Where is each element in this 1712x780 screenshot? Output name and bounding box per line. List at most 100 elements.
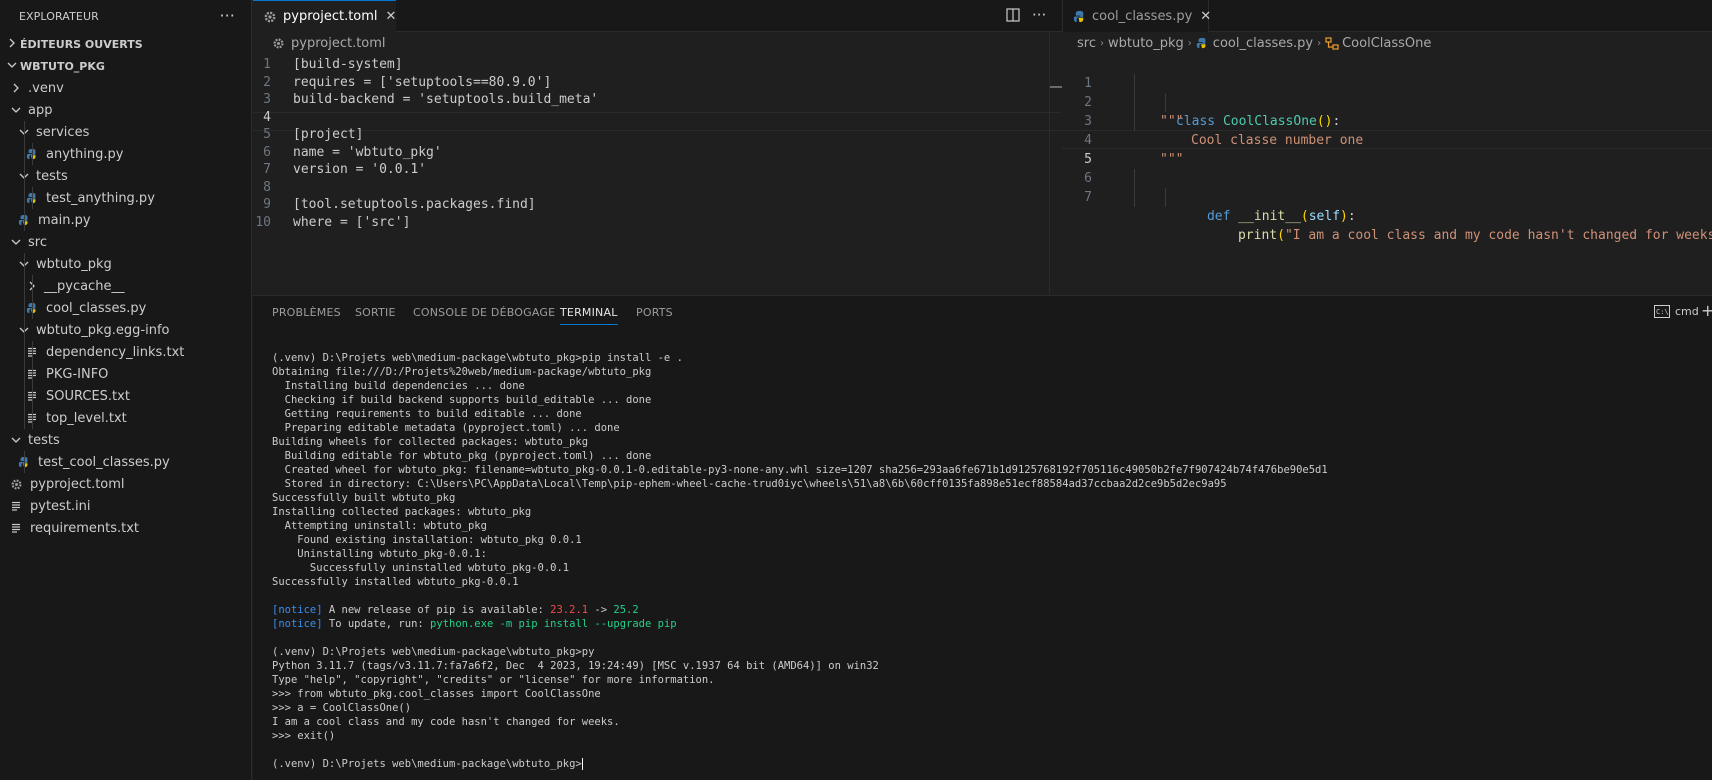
- tree-item-main-py[interactable]: main.py: [0, 209, 251, 231]
- chevron-right-icon: [8, 83, 24, 93]
- tree-item-pytest-ini[interactable]: pytest.ini: [0, 495, 251, 517]
- indent-guide: [24, 143, 25, 165]
- tree-item-top-level-txt[interactable]: top_level.txt: [0, 407, 251, 429]
- chevron-down-icon: [8, 237, 24, 247]
- breadcrumb-file[interactable]: cool_classes.py: [1213, 36, 1313, 51]
- tree-item-label: __pycache__: [44, 278, 125, 294]
- tree-item-pycache-folder[interactable]: __pycache__: [0, 275, 251, 297]
- tab-ports[interactable]: PORTS: [636, 306, 673, 319]
- line-number: 3: [263, 92, 271, 107]
- tree-item-services-folder[interactable]: services: [0, 121, 251, 143]
- tree-item-test-cool-classes-py[interactable]: test_cool_classes.py: [0, 451, 251, 473]
- open-editors-section[interactable]: ÉDITEURS OUVERTS: [0, 33, 251, 55]
- tree-item-pkg-info[interactable]: PKG-INFO: [0, 363, 251, 385]
- breadcrumb-src[interactable]: src: [1077, 36, 1096, 51]
- tree-item-wbtuto-pkg-folder[interactable]: wbtuto_pkg: [0, 253, 251, 275]
- tree-item-requirements-txt[interactable]: requirements.txt: [0, 517, 251, 539]
- terminal-block: (.venv) D:\Projets web\medium-package\wb…: [272, 645, 1328, 743]
- right-tab-bar: cool_classes.py ✕: [1062, 0, 1712, 32]
- terminal-line: Found existing installation: wbtuto_pkg …: [272, 534, 582, 546]
- tree-item-egg-info-folder[interactable]: wbtuto_pkg.egg-info: [0, 319, 251, 341]
- tree-item-cool-classes-py[interactable]: cool_classes.py: [0, 297, 251, 319]
- tree-item-label: app: [28, 102, 53, 118]
- line-number: 6: [263, 144, 271, 160]
- indent-guide: [32, 407, 33, 429]
- class-symbol-icon: [1325, 36, 1339, 50]
- tree-item-label: dependency_links.txt: [46, 344, 185, 360]
- terminal-prompt[interactable]: (.venv) D:\Projets web\medium-package\wb…: [272, 757, 1328, 771]
- bottom-panel: PROBLÈMES SORTIE CONSOLE DE DÉBOGAGE TER…: [253, 295, 1712, 780]
- scrollbar-marker: [1050, 86, 1062, 88]
- tree-item-test-anything-py[interactable]: test_anything.py: [0, 187, 251, 209]
- explorer-more-button[interactable]: ···: [219, 6, 235, 25]
- left-code-area[interactable]: 1 [build-system] 2 requires = ['setuptools=…: [253, 55, 1062, 295]
- explorer-header: EXPLORATEUR ···: [0, 0, 251, 32]
- indent-guide: [32, 143, 33, 165]
- line-number: 5: [263, 127, 271, 142]
- project-label: WBTUTO_PKG: [20, 59, 105, 73]
- breadcrumb-symbol[interactable]: CoolClassOne: [1342, 36, 1431, 51]
- code-line: 4 """: [1062, 112, 1712, 167]
- code-line: 7 print("I am a cool class and my code h…: [1062, 169, 1712, 243]
- tab-label: pyproject.toml: [283, 9, 378, 24]
- python-icon: [1073, 10, 1086, 23]
- explorer-title: EXPLORATEUR: [19, 9, 99, 23]
- code-text: name = 'wbtuto_pkg': [293, 144, 442, 160]
- indent-guide: [24, 253, 25, 275]
- right-code-area[interactable]: 1 class CoolClassOne(): 2 """ 3 Cool cla…: [1062, 55, 1712, 295]
- tree-item-tests-folder[interactable]: tests: [0, 429, 251, 451]
- tab-cool-classes-py[interactable]: cool_classes.py ✕: [1063, 0, 1211, 32]
- tree-item-app-folder[interactable]: app: [0, 99, 251, 121]
- tab-terminal[interactable]: TERMINAL: [560, 306, 618, 325]
- line-number: 7: [1084, 190, 1092, 205]
- terminal-line: Obtaining file:///D:/Projets%20web/mediu…: [272, 366, 652, 378]
- code-text: [build-system]: [293, 57, 403, 72]
- code-line: 1 class CoolClassOne():: [1062, 55, 1712, 129]
- shell-name[interactable]: cmd: [1675, 305, 1699, 318]
- open-editors-label: ÉDITEURS OUVERTS: [20, 37, 143, 51]
- tree-item-venv-folder[interactable]: .venv: [0, 77, 251, 99]
- tree-item-label: test_cool_classes.py: [38, 454, 170, 470]
- right-breadcrumb: src › wbtuto_pkg › cool_classes.py › Coo…: [1077, 32, 1431, 54]
- svg-text:C:\: C:\: [1656, 308, 1669, 316]
- code-line: 2 """: [1062, 74, 1712, 129]
- indent-guide: [24, 341, 25, 363]
- tree-item-anything-py[interactable]: anything.py: [0, 143, 251, 165]
- indent-guide: [24, 121, 25, 143]
- cursor: [581, 758, 583, 770]
- chevron-right-icon: ›: [1187, 37, 1192, 49]
- new-terminal-button[interactable]: +: [1701, 301, 1712, 320]
- tree-item-pyproject-toml[interactable]: pyproject.toml: [0, 473, 251, 495]
- terminal-output[interactable]: (.venv) D:\Projets web\medium-package\wb…: [272, 351, 1328, 771]
- terminal-line: Successfully installed wbtuto_pkg-0.0.1: [272, 576, 519, 588]
- chevron-down-icon: [8, 105, 24, 115]
- more-actions-button[interactable]: ···: [1032, 6, 1046, 24]
- breadcrumb-file[interactable]: pyproject.toml: [291, 36, 386, 51]
- project-section[interactable]: WBTUTO_PKG: [0, 55, 251, 77]
- close-icon[interactable]: ✕: [1200, 9, 1211, 24]
- tab-output[interactable]: SORTIE: [355, 306, 396, 319]
- code-text: [tool.setuptools.packages.find]: [293, 197, 536, 212]
- breadcrumb-pkg[interactable]: wbtuto_pkg: [1108, 36, 1184, 51]
- indent-guide: [24, 275, 25, 297]
- notice-tag: [notice]: [272, 604, 323, 616]
- code-line: 5 [project]: [253, 125, 1043, 144]
- tree-item-app-tests-folder[interactable]: tests: [0, 165, 251, 187]
- tab-debug-console[interactable]: CONSOLE DE DÉBOGAGE: [413, 306, 555, 319]
- close-icon[interactable]: ✕: [386, 9, 397, 24]
- tab-problems[interactable]: PROBLÈMES: [272, 306, 341, 319]
- tree-item-sources-txt[interactable]: SOURCES.txt: [0, 385, 251, 407]
- code-line: 4: [253, 108, 1043, 127]
- tab-pyproject-toml[interactable]: pyproject.toml ✕: [253, 0, 396, 32]
- code-line: 8: [253, 178, 1043, 197]
- tree-item-dependency-links-txt[interactable]: dependency_links.txt: [0, 341, 251, 363]
- terminal-block: (.venv) D:\Projets web\medium-package\wb…: [272, 351, 1328, 589]
- tree-item-label: pytest.ini: [30, 498, 91, 514]
- terminal-line: (.venv) D:\Projets web\medium-package\wb…: [272, 646, 595, 658]
- tree-item-src-folder[interactable]: src: [0, 231, 251, 253]
- left-scrollbar[interactable]: [1049, 32, 1062, 294]
- split-editor-icon[interactable]: [1006, 8, 1020, 26]
